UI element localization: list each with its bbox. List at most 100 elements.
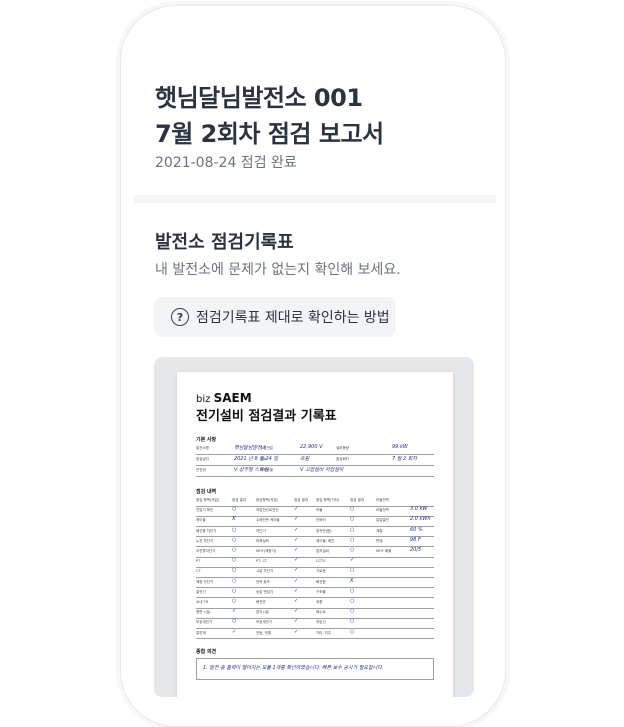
phone-frame: 햇님달님발전소 001 7월 2회차 점검 보고서 2021-08-24 점검 … — [120, 5, 506, 727]
cell-text: 기타, 지주 — [316, 630, 332, 635]
cell-text: 일일발전 — [376, 518, 389, 523]
field-label: 계약종별 — [260, 468, 273, 472]
table-row: 계량 차단기 ○ 전력 퓨즈 ✓ 배전함 X — [196, 578, 434, 588]
check-mark: ✓ — [294, 577, 299, 584]
cell-text: 외함 — [316, 600, 323, 604]
cell-text: 케이블 — [196, 518, 206, 523]
cell-text: 접지시설 — [256, 610, 269, 615]
check-mark: ✓ — [294, 547, 299, 553]
check-mark: ○ — [232, 536, 237, 543]
cell-text: 구조물 — [316, 589, 326, 594]
cell-text: 점검 항목(기타) — [316, 498, 340, 502]
cell-text: 점검 결과 — [294, 498, 308, 502]
cell-text: 전압기 확인 — [196, 508, 214, 513]
field-label: 수전전압 — [260, 446, 273, 450]
check-mark: 60 % — [410, 526, 423, 533]
sheet-rule — [196, 638, 434, 639]
cell-text: 점검 항목(저압) — [196, 498, 220, 502]
check-mark: 98 F — [410, 536, 421, 543]
cell-text: 가로등 — [316, 569, 326, 574]
handwritten-value: 2021 년 8 월 24 일 — [234, 456, 279, 462]
section-description: 내 발전소에 문제가 없는지 확인해 보세요. — [155, 262, 401, 278]
record-sheet-paper: biz SAEM 전기설비 점검결과 기록표 기본 사항 점검 내역 종합 의견… — [177, 372, 453, 697]
field-label: 점검일자 — [196, 457, 209, 461]
details-heading: 점검 내역 — [196, 489, 217, 495]
table-row: 케이블 X 수배전반 케이블 ✓ 인버터 ○ 일일발전 2.0 kWh — [196, 516, 434, 526]
check-mark: ✓ — [350, 557, 355, 564]
check-mark: ✓ — [232, 628, 237, 635]
handwritten-value: 7 월 2 회차 — [392, 456, 417, 462]
page-title: 햇님달님발전소 001 7월 2회차 점검 보고서 — [155, 80, 384, 152]
check-mark: ✓ — [294, 536, 299, 543]
details-header-row: 점검 항목(저압) 점검 결과 점검항목(저압) 점검 결과 점검 항목(기타) 점검 결… — [196, 496, 434, 506]
cell-text: 판매 — [376, 538, 383, 543]
check-mark: ✓ — [294, 526, 299, 533]
field-label: 점검회차 — [336, 457, 349, 461]
cell-text: 절연체 — [196, 630, 206, 635]
check-mark: ○ — [350, 536, 355, 543]
table-row: 누전 차단기 ○ 피뢰설비 ✓ 케이블, 배관 ○ 판매 98 F — [196, 537, 434, 547]
check-mark: ○ — [350, 547, 355, 553]
field-label: 안전위 — [196, 468, 206, 472]
report-title-line1: 햇님달님발전소 001 — [155, 84, 363, 112]
handwritten-value: 99 kW — [392, 444, 408, 450]
cell-text: CCTV — [316, 559, 326, 564]
basic-info-row: 점검일자 2021 년 8 월 24 일 날씨 흐림 점검회차 7 월 2 회차 — [196, 455, 434, 465]
check-mark: ✓ — [232, 608, 237, 615]
section-divider — [134, 195, 496, 203]
check-mark: ○ — [232, 526, 237, 533]
cell-text: 모듈전력 — [376, 498, 389, 502]
brand-logo: biz SAEM — [196, 391, 252, 405]
cell-text: 접속반(함) — [316, 528, 332, 533]
check-mark: ✓ — [294, 587, 299, 594]
cell-text: 보호계전기 — [256, 620, 273, 625]
cell-text: 누전 차단기 — [196, 538, 214, 543]
check-mark: ○ — [350, 506, 355, 513]
check-mark: ○ — [350, 608, 355, 615]
cell-text: 고압 차단기 — [256, 569, 274, 574]
overall-heading: 종합 의견 — [196, 649, 217, 655]
check-mark: ○ — [350, 516, 355, 523]
cell-text: 소내 TR — [196, 600, 209, 604]
cell-text: 배선용 차단기 — [196, 528, 217, 533]
check-mark: ✓ — [294, 516, 299, 523]
cell-text: 접지설비 — [316, 549, 329, 553]
guide-button[interactable]: ? 점검기록표 제대로 확인하는 방법 — [154, 297, 396, 337]
basic-info-heading: 기본 사항 — [196, 437, 217, 443]
cell-text: 배전함 — [316, 579, 326, 584]
record-sheet-preview[interactable]: biz SAEM 전기설비 점검결과 기록표 기본 사항 점검 내역 종합 의견… — [154, 357, 474, 697]
handwritten-value: 22,900 V — [300, 444, 323, 450]
cell-text: 인버터 — [316, 518, 326, 523]
sheet-title: 전기설비 점검결과 기록표 — [196, 409, 337, 424]
cell-text: 계량 차단기 — [196, 579, 214, 584]
cell-text: 차단기 — [256, 528, 266, 533]
table-row: 배선용 차단기 ○ 차단기 ✓ 접속반(함) ○ 계통 60 % — [196, 527, 434, 537]
cell-text: 계통 — [376, 528, 383, 533]
cell-text: 점검 결과 — [232, 498, 246, 502]
cell-text: 저압전선로전선 — [256, 508, 279, 513]
table-row: 절연기 ○ 승압 변압기 ✓ 구조물 ○ — [196, 588, 434, 598]
check-mark: ✓ — [294, 506, 299, 513]
check-mark: ○ — [232, 557, 237, 564]
table-row: 절연체 ✓ 전등, 전열 ✓ 기타, 지주 ○ — [196, 629, 434, 639]
question-circle-icon: ? — [171, 308, 189, 326]
cell-text: MOF 배율 — [376, 549, 392, 553]
table-row: PT ○ PT, CT ✓ CCTV ✓ — [196, 557, 434, 567]
field-label: 발전소명 — [196, 446, 209, 450]
check-mark: ○ — [350, 567, 355, 574]
cell-text: 모듈 — [316, 508, 323, 513]
check-mark: X — [350, 577, 354, 584]
cell-text: 명판 시설 — [196, 610, 210, 615]
inspection-date: 2021-08-24 점검 완료 — [155, 155, 297, 171]
report-screen: 햇님달님발전소 001 7월 2회차 점검 보고서 2021-08-24 점검 … — [134, 6, 496, 726]
check-mark: ○ — [232, 598, 237, 604]
cell-text: PT — [196, 559, 201, 564]
check-mark: ○ — [232, 618, 237, 625]
check-mark: X — [232, 516, 236, 523]
cell-text: 과전류차단기 — [196, 549, 216, 553]
cell-text: PT, CT — [256, 559, 268, 564]
handwritten-value: 흐림 — [300, 456, 310, 462]
cell-text: 점검항목(저압) — [256, 498, 279, 502]
check-mark: 3.0 kW — [410, 506, 428, 513]
check-mark: ○ — [350, 587, 355, 594]
